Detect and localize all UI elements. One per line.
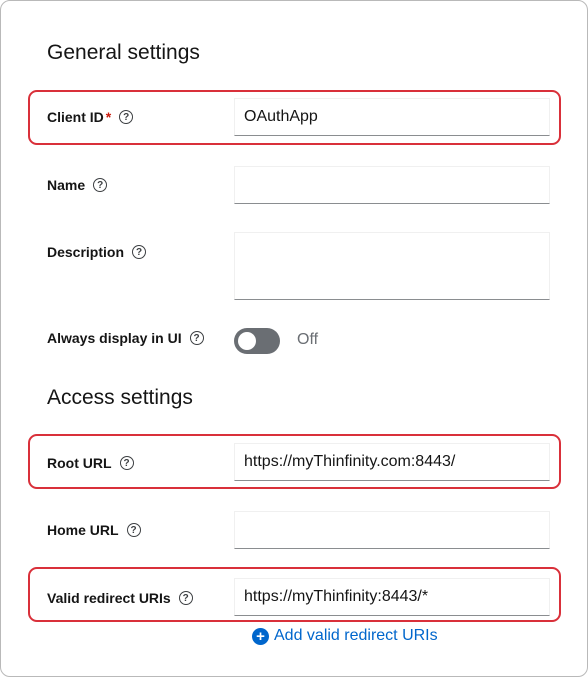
help-icon[interactable]: ? xyxy=(93,178,108,192)
add-valid-redirect-label: Add valid redirect URIs xyxy=(274,627,438,644)
add-valid-redirect-button[interactable]: + Add valid redirect URIs xyxy=(252,627,438,645)
settings-panel: General settings Client ID * ? OAuthApp N… xyxy=(0,0,588,677)
required-marker: * xyxy=(105,109,112,125)
description-textarea[interactable] xyxy=(234,232,550,300)
description-label: Description ? xyxy=(47,244,147,260)
help-icon[interactable]: ? xyxy=(178,591,193,605)
home-url-input[interactable] xyxy=(234,511,550,549)
name-label: Name ? xyxy=(47,177,108,193)
help-icon[interactable]: ? xyxy=(132,245,147,259)
valid-redirect-input[interactable]: https://myThinfinity:8443/* xyxy=(234,578,550,616)
root-url-label: Root URL ? xyxy=(47,455,134,471)
root-url-input[interactable]: https://myThinfinity.com:8443/ xyxy=(234,443,550,481)
home-url-label: Home URL ? xyxy=(47,522,141,538)
always-display-label: Always display in UI ? xyxy=(47,330,204,346)
help-icon[interactable]: ? xyxy=(119,110,134,124)
name-input[interactable] xyxy=(234,166,550,204)
plus-circle-icon: + xyxy=(252,627,269,645)
help-icon[interactable]: ? xyxy=(126,523,141,537)
client-id-label: Client ID * ? xyxy=(47,109,134,125)
toggle-state-text: Off xyxy=(297,331,319,348)
always-display-toggle[interactable] xyxy=(234,328,280,354)
valid-redirect-label: Valid redirect URIs ? xyxy=(47,590,193,606)
client-id-input[interactable]: OAuthApp xyxy=(234,98,550,136)
help-icon[interactable]: ? xyxy=(189,331,204,345)
general-settings-title: General settings xyxy=(47,41,200,64)
access-settings-title: Access settings xyxy=(47,386,193,409)
toggle-knob xyxy=(238,332,256,350)
help-icon[interactable]: ? xyxy=(119,456,134,470)
